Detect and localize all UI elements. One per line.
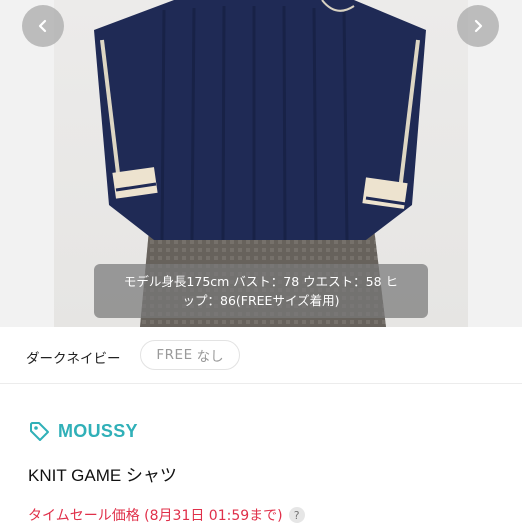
stock-status: なし <box>196 349 224 365</box>
question-icon[interactable]: ? <box>288 507 305 523</box>
brand-link[interactable]: MOUSSY <box>28 419 138 443</box>
sale-price-row: タイムセール価格 (8月31日 01:59まで) ? <box>28 505 305 525</box>
next-image-button[interactable] <box>457 5 499 47</box>
color-size-row: ダークネイビー FREE なし <box>0 327 522 384</box>
product-title: KNIT GAME シャツ <box>28 466 177 485</box>
chevron-left-icon <box>38 19 47 33</box>
sale-price-label: タイムセール価格 (8月31日 01:59まで) <box>28 508 283 524</box>
product-image-gallery[interactable]: モデル身長175cm バスト：78 ウエスト：58 ヒ ップ：86(FREEサイ… <box>0 0 522 327</box>
prev-image-button[interactable] <box>22 5 64 47</box>
color-name: ダークネイビー <box>26 351 121 367</box>
size-option-chip[interactable]: FREE なし <box>140 340 240 370</box>
brand-name: MOUSSY <box>58 420 138 441</box>
model-size-caption: モデル身長175cm バスト：78 ウエスト：58 ヒ ップ：86(FREEサイ… <box>94 264 428 318</box>
tag-icon <box>30 422 49 441</box>
size-label: FREE <box>156 347 193 363</box>
chevron-right-icon <box>474 19 483 33</box>
